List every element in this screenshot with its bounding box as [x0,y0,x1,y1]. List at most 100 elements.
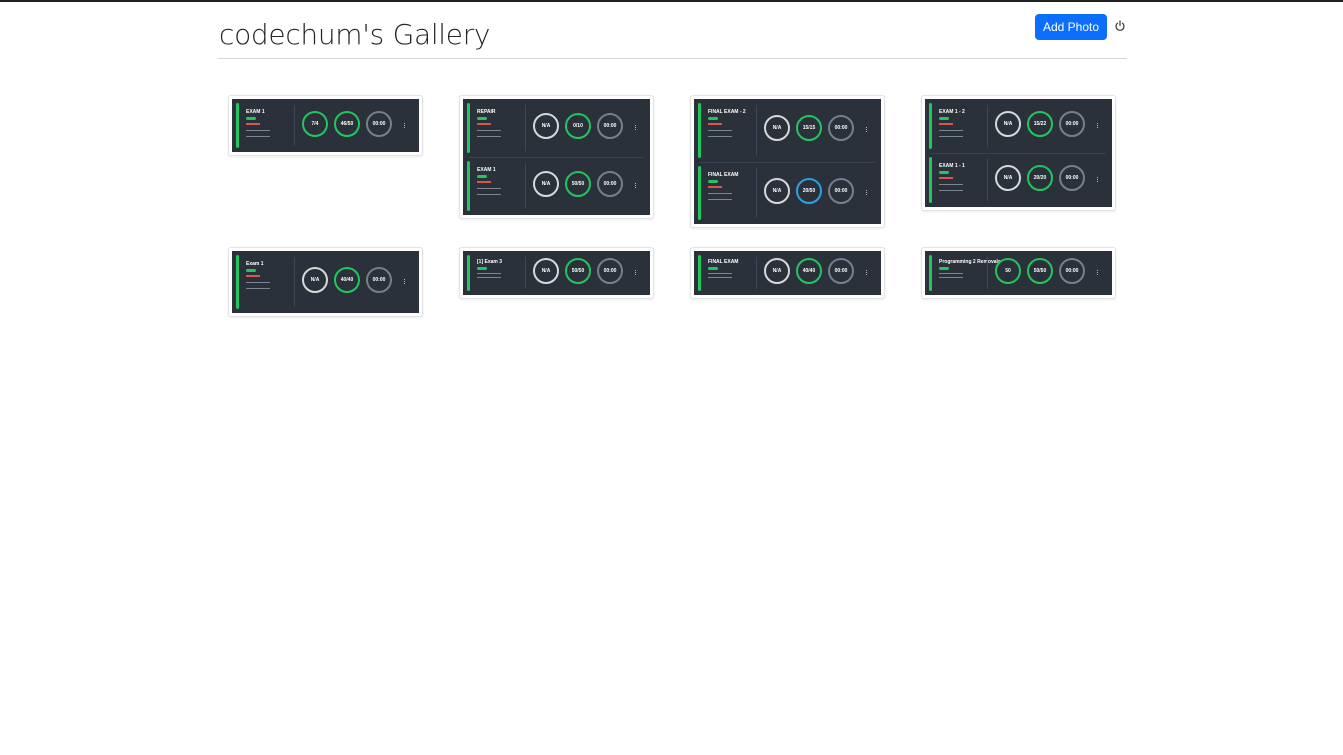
panel-divider [294,257,295,307]
status-badge [708,267,718,270]
panel-accent-bar [698,103,701,158]
score-ring: N/A [533,258,559,284]
score-value: 15/15 [802,125,816,132]
photo-image: Exam 1 N/A 40/40 00:00 [232,251,419,313]
panel-title: REPAIR [477,109,496,115]
date-line [708,130,732,131]
photo-panel: EXAM 1 - 1 N/A 20/20 00:00 [925,153,1112,207]
warning-badge [939,123,953,125]
score-ring: 00:00 [597,113,623,139]
photo-image: REPAIR N/A 0/10 00:00 EXAM 1 N/A 50/50 00:00 [463,99,650,215]
panel-title: EXAM 1 - 2 [939,109,965,115]
panel-title: FINAL EXAM - 2 [708,109,746,115]
panel-divider [987,257,988,289]
score-ring: N/A [533,171,559,197]
status-badge [708,117,718,120]
panel-divider [987,159,988,201]
gallery-photo[interactable]: Programming 2 Removals 50 50/50 00:00 [921,247,1116,299]
score-ring: 46/50 [334,110,360,137]
panel-title: EXAM 1 [246,109,265,115]
score-ring: 20/50 [796,177,822,204]
score-value: 40/40 [802,268,816,274]
score-value: 00:00 [834,187,848,194]
score-ring: 00:00 [1059,111,1085,137]
kebab-menu-icon [635,183,637,188]
score-ring: 7/4 [302,110,328,137]
status-badge [477,267,487,270]
gallery-photo[interactable]: EXAM 1 - 2 N/A 15/22 00:00 EXAM 1 - 1 N/A 20/2… [921,95,1116,211]
photo-panel: FINAL EXAM N/A 20/50 00:00 [694,162,881,225]
score-value: 00:00 [372,277,386,283]
add-photo-button[interactable]: Add Photo [1035,14,1107,40]
score-ring: 20/20 [1027,165,1053,191]
photo-panel: [1] Exam 3 N/A 50/50 00:00 [463,251,650,295]
score-ring: 0/10 [565,113,591,139]
date-line [477,273,501,274]
score-value: N/A [1003,121,1013,127]
warning-badge [708,123,722,125]
kebab-menu-icon [635,125,637,130]
score-ring: N/A [995,165,1021,191]
power-icon[interactable] [1114,20,1126,32]
gallery-photo[interactable]: Exam 1 N/A 40/40 00:00 [228,247,423,317]
gallery-photo[interactable]: [1] Exam 3 N/A 50/50 00:00 [459,247,654,299]
score-value: 0/10 [573,123,583,129]
warning-badge [477,181,491,183]
status-badge [708,179,718,183]
score-value: N/A [541,123,551,129]
panel-divider [756,167,757,218]
warning-badge [246,123,260,125]
score-ring: 40/40 [796,258,822,284]
score-value: 50/50 [571,181,585,187]
warning-badge [246,275,260,277]
score-value: 00:00 [1065,121,1079,127]
date-line [708,192,732,194]
score-ring: 00:00 [1059,165,1085,191]
date-line [246,136,270,137]
panel-accent-bar [929,103,932,149]
score-ring: 40/40 [334,267,360,293]
score-value: N/A [772,187,782,194]
date-line [246,282,270,283]
date-line [477,277,501,278]
score-value: 00:00 [603,181,617,187]
score-ring: 50/50 [1027,258,1053,284]
kebab-menu-icon [866,270,868,275]
score-value: 46/50 [340,120,354,127]
status-badge [477,175,487,178]
score-value: 40/40 [340,277,354,283]
score-value: N/A [1003,175,1013,181]
score-ring: 15/22 [1027,111,1053,137]
kebab-menu-icon [404,279,406,284]
panel-title: FINAL EXAM [708,171,739,178]
photo-panel: EXAM 1 - 2 N/A 15/22 00:00 [925,99,1112,153]
panel-title: EXAM 1 [477,167,496,173]
score-value: N/A [541,181,551,187]
score-value: N/A [541,268,551,274]
date-line [477,188,501,189]
date-line [939,273,963,274]
panel-divider [294,105,295,146]
photo-image: Programming 2 Removals 50 50/50 00:00 [925,251,1112,295]
score-value: 00:00 [603,268,617,274]
gallery-photo[interactable]: FINAL EXAM N/A 40/40 00:00 [690,247,885,299]
kebab-menu-icon [1097,123,1099,128]
date-line [477,136,501,137]
gallery-photo[interactable]: REPAIR N/A 0/10 00:00 EXAM 1 N/A 50/50 00:00 [459,95,654,219]
score-ring: 00:00 [828,177,854,204]
panel-divider [525,163,526,209]
photo-image: [1] Exam 3 N/A 50/50 00:00 [463,251,650,295]
panel-accent-bar [698,255,701,291]
score-value: 00:00 [1065,268,1079,274]
date-line [246,130,270,131]
panel-accent-bar [698,165,701,220]
gallery-photo[interactable]: FINAL EXAM - 2 N/A 15/15 00:00 FINAL EXAM N/A… [690,95,885,228]
score-ring: 50 [995,258,1021,284]
photo-image: EXAM 1 - 2 N/A 15/22 00:00 EXAM 1 - 1 N/A 20/2… [925,99,1112,207]
kebab-menu-icon [1097,177,1099,182]
warning-badge [939,177,953,179]
photo-panel: REPAIR N/A 0/10 00:00 [463,99,650,157]
score-ring: 00:00 [828,115,854,142]
score-value: 15/22 [1033,121,1047,127]
gallery-photo[interactable]: EXAM 1 7/4 46/50 00:00 [228,95,423,156]
